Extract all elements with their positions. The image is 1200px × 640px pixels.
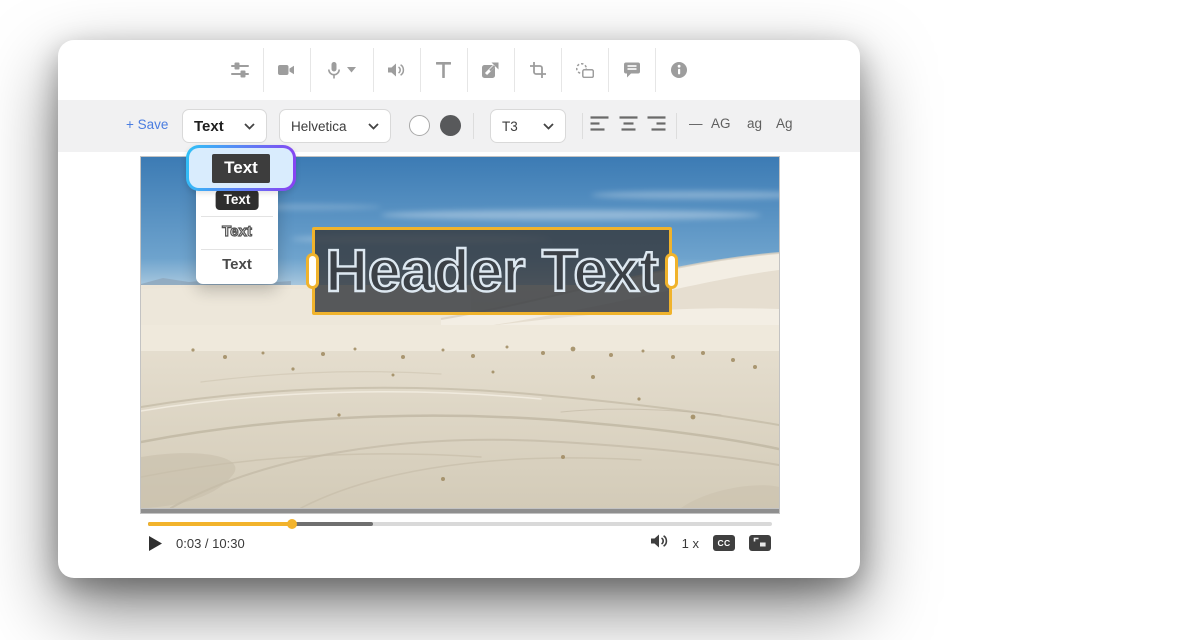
text-style-dropdown[interactable]: Text bbox=[182, 109, 267, 143]
chevron-down-icon bbox=[368, 117, 379, 135]
microphone-button[interactable] bbox=[311, 48, 373, 92]
captions-label: CC bbox=[717, 538, 730, 548]
selected-style-option[interactable]: Text bbox=[186, 145, 296, 191]
format-toolbar: + Save Text Helvetica T3 bbox=[58, 100, 860, 152]
speaker-icon bbox=[388, 62, 405, 78]
text-size-dropdown[interactable]: T3 bbox=[490, 109, 566, 143]
comment-icon bbox=[624, 62, 640, 78]
microphone-icon bbox=[328, 62, 340, 79]
theater-mode-button[interactable] bbox=[749, 535, 771, 551]
style-option-outline[interactable]: Text bbox=[196, 223, 278, 240]
outline-color-swatch[interactable] bbox=[409, 115, 430, 136]
volume-tool-button[interactable] bbox=[374, 48, 420, 92]
play-button[interactable] bbox=[149, 536, 162, 551]
editor-window: + Save Text Helvetica T3 bbox=[58, 40, 860, 578]
info-button[interactable] bbox=[656, 48, 702, 92]
text-overlay-box[interactable]: Header Text bbox=[312, 227, 672, 315]
align-center-icon bbox=[619, 116, 638, 136]
share-export-icon bbox=[482, 62, 499, 78]
share-export-button[interactable] bbox=[468, 48, 514, 92]
main-toolbar bbox=[58, 40, 860, 100]
resize-handle-left[interactable] bbox=[306, 253, 319, 289]
progress-played bbox=[148, 522, 292, 526]
case-none-button[interactable]: — bbox=[689, 116, 703, 131]
playhead-knob[interactable] bbox=[287, 519, 297, 529]
stage: + Save Text Helvetica T3 bbox=[0, 0, 1200, 640]
camera-button[interactable] bbox=[264, 48, 310, 92]
shape-transition-icon bbox=[576, 63, 594, 78]
case-title-button[interactable]: Ag bbox=[776, 116, 793, 131]
video-bottom-strip bbox=[141, 508, 779, 513]
align-center-button[interactable] bbox=[616, 115, 640, 137]
seek-bar[interactable] bbox=[148, 522, 772, 526]
text-tool-button[interactable] bbox=[421, 48, 467, 92]
case-lower-button[interactable]: ag bbox=[747, 116, 762, 131]
player-controls: 0:03 / 10:30 1 x CC bbox=[141, 534, 779, 552]
shape-transition-button[interactable] bbox=[562, 48, 608, 92]
fill-color-swatch[interactable] bbox=[440, 115, 461, 136]
play-icon bbox=[149, 538, 162, 555]
toolbar-divider bbox=[582, 113, 583, 139]
theater-mode-icon bbox=[752, 536, 768, 551]
align-left-button[interactable] bbox=[587, 115, 611, 137]
comment-button[interactable] bbox=[609, 48, 655, 92]
playback-speed-button[interactable]: 1 x bbox=[682, 536, 699, 551]
video-camera-icon bbox=[278, 63, 295, 77]
adjust-sliders-button[interactable] bbox=[217, 48, 263, 92]
info-icon bbox=[671, 62, 687, 78]
font-dropdown[interactable]: Helvetica bbox=[279, 109, 391, 143]
time-display: 0:03 / 10:30 bbox=[176, 536, 245, 551]
crop-button[interactable] bbox=[515, 48, 561, 92]
menu-divider bbox=[201, 216, 273, 217]
selected-style-label: Text bbox=[212, 154, 270, 183]
style-option-plain[interactable]: Text bbox=[196, 256, 278, 273]
align-right-icon bbox=[647, 116, 666, 136]
align-right-button[interactable] bbox=[644, 115, 668, 137]
save-button[interactable]: + Save bbox=[126, 117, 168, 132]
toolbar-divider bbox=[473, 113, 474, 139]
style-option-chip[interactable]: Text bbox=[216, 190, 259, 210]
align-left-icon bbox=[590, 116, 609, 136]
case-upper-button[interactable]: AG bbox=[711, 116, 731, 131]
toolbar-divider bbox=[676, 113, 677, 139]
adjust-sliders-icon bbox=[231, 62, 249, 78]
menu-divider bbox=[201, 249, 273, 250]
chevron-down-icon bbox=[244, 117, 255, 135]
volume-button[interactable] bbox=[651, 533, 668, 554]
chevron-down-icon bbox=[347, 67, 356, 73]
chevron-down-icon bbox=[543, 117, 554, 135]
text-size-value: T3 bbox=[502, 119, 518, 134]
text-overlay-content: Header Text bbox=[325, 237, 658, 305]
resize-handle-right[interactable] bbox=[665, 253, 678, 289]
text-tool-icon bbox=[436, 62, 451, 78]
font-value: Helvetica bbox=[291, 119, 347, 134]
captions-button[interactable]: CC bbox=[713, 535, 735, 551]
crop-icon bbox=[530, 62, 546, 78]
text-style-value: Text bbox=[194, 118, 224, 135]
